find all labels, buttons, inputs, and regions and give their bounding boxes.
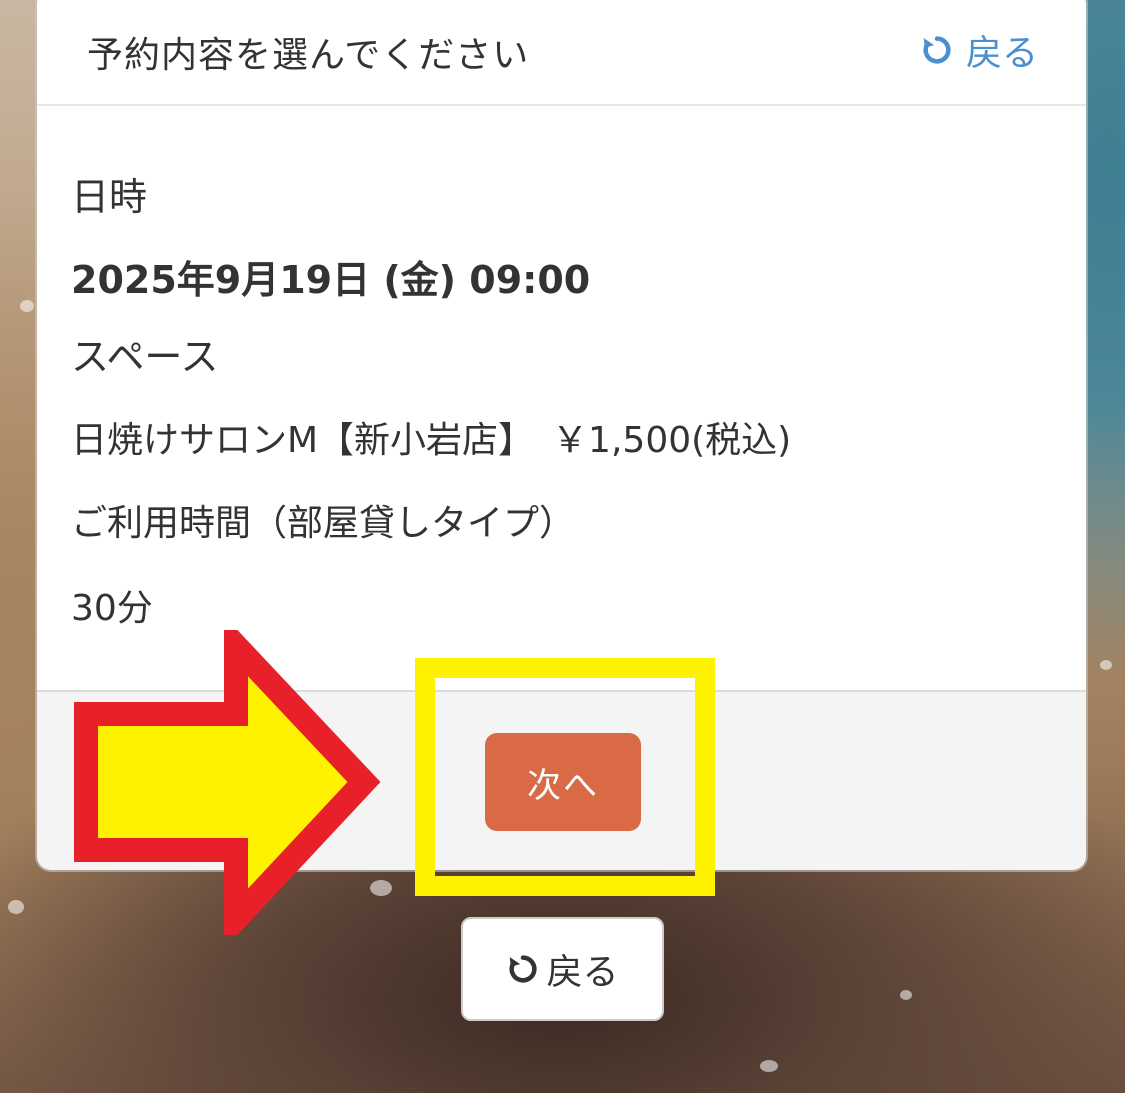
right-arrow-icon	[74, 630, 380, 935]
background-droplet	[1100, 660, 1112, 670]
bottom-back-button[interactable]: 戻る	[461, 917, 664, 1021]
datetime-value: 2025年9月19日 (金) 09:00	[71, 258, 591, 302]
highlight-box	[415, 658, 715, 896]
undo-icon	[923, 36, 951, 64]
background-droplet	[8, 900, 24, 914]
datetime-label: 日時	[71, 175, 148, 219]
header-back-label: 戻る	[965, 33, 1038, 74]
bottom-back-label: 戻る	[546, 952, 619, 993]
space-label: スペース	[71, 335, 219, 379]
duration-label: ご利用時間（部屋貸しタイプ）	[71, 503, 576, 544]
background-droplet	[900, 990, 912, 1000]
undo-icon	[509, 955, 538, 983]
duration-value: 30分	[71, 588, 153, 629]
page-title: 予約内容を選んでください	[87, 35, 530, 76]
background-droplet	[760, 1060, 778, 1072]
space-value: 日焼けサロンM【新小岩店】 ￥1,500(税込)	[71, 420, 792, 461]
header-back-button[interactable]: 戻る	[920, 24, 1038, 76]
background-droplet	[20, 300, 34, 312]
card-header: 予約内容を選んでください 戻る	[37, 0, 1086, 106]
